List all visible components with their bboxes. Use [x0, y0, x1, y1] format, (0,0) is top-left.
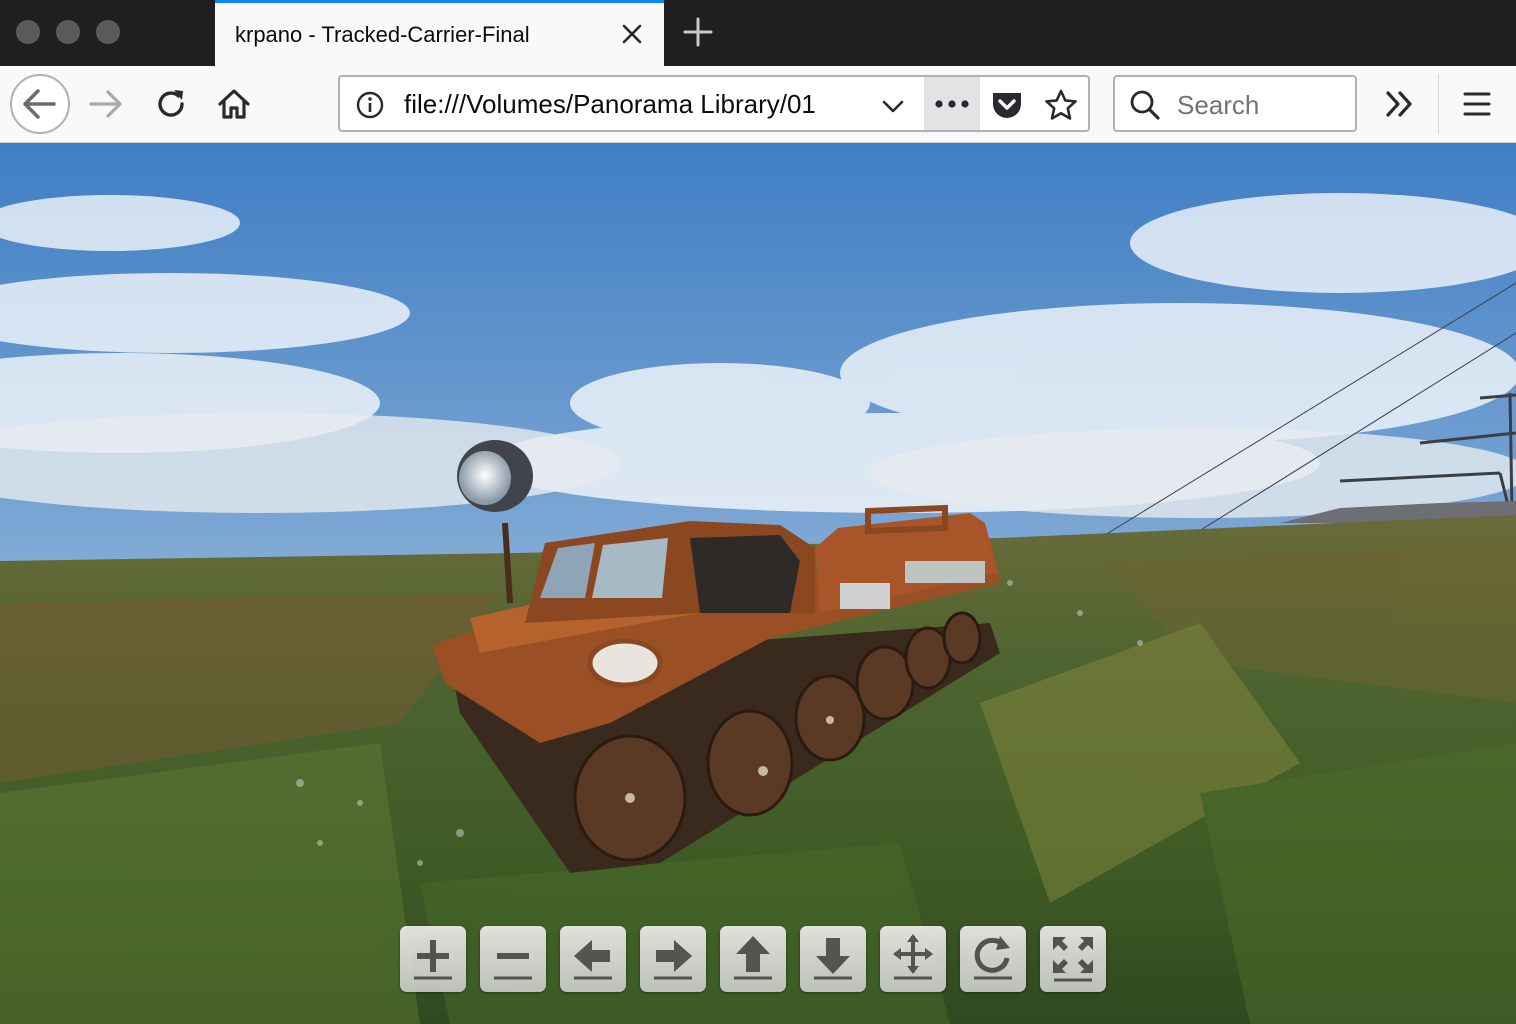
zoom-in-button[interactable]	[400, 926, 466, 992]
back-button[interactable]	[10, 74, 70, 134]
navigation-toolbar: file:///Volumes/Panorama Library/01 Sear…	[0, 66, 1516, 143]
site-info-icon[interactable]	[356, 91, 384, 119]
pan-right-button[interactable]	[640, 926, 706, 992]
tab-strip: krpano - Tracked-Carrier-Final	[0, 0, 1516, 66]
active-tab[interactable]: krpano - Tracked-Carrier-Final	[215, 0, 664, 66]
rotate-icon	[974, 936, 1012, 980]
ellipsis-icon	[935, 100, 969, 108]
arrow-right-icon	[654, 940, 692, 980]
double-chevron-icon[interactable]	[1382, 88, 1418, 120]
zoom-window-button[interactable]	[96, 20, 120, 44]
toolbar-separator	[1438, 74, 1439, 134]
panorama-viewer[interactable]	[0, 143, 1516, 1024]
arrow-up-icon	[734, 936, 772, 980]
forward-button[interactable]	[88, 86, 124, 122]
close-window-button[interactable]	[16, 20, 40, 44]
zoom-out-button[interactable]	[480, 926, 546, 992]
page-actions-button[interactable]	[924, 77, 980, 130]
url-text[interactable]: file:///Volumes/Panorama Library/01	[404, 89, 874, 120]
move-mode-button[interactable]	[880, 926, 946, 992]
fullscreen-button[interactable]	[1040, 926, 1106, 992]
hamburger-icon[interactable]	[1462, 90, 1492, 118]
home-icon[interactable]	[216, 86, 252, 122]
fullscreen-icon	[1053, 937, 1093, 982]
pan-up-button[interactable]	[720, 926, 786, 992]
tab-title: krpano - Tracked-Carrier-Final	[235, 22, 530, 47]
chevron-down-icon[interactable]	[880, 93, 906, 119]
pan-down-button[interactable]	[800, 926, 866, 992]
new-tab-icon[interactable]	[683, 17, 713, 47]
search-input[interactable]: Search	[1177, 90, 1259, 121]
star-icon[interactable]	[1044, 89, 1078, 121]
url-bar[interactable]: file:///Volumes/Panorama Library/01	[338, 75, 1090, 132]
pocket-icon[interactable]	[990, 89, 1024, 121]
arrow-left-icon	[574, 940, 612, 980]
auto-rotate-button[interactable]	[960, 926, 1026, 992]
search-bar[interactable]: Search	[1113, 75, 1357, 132]
plus-icon	[414, 940, 452, 980]
minus-icon	[494, 953, 532, 980]
arrow-down-icon	[814, 938, 852, 980]
panorama-image[interactable]	[0, 143, 1516, 1024]
minimize-window-button[interactable]	[56, 20, 80, 44]
krpano-control-bar	[400, 926, 1112, 996]
search-icon	[1130, 90, 1160, 120]
arrow-left-icon	[23, 89, 56, 119]
pan-left-button[interactable]	[560, 926, 626, 992]
close-tab-icon[interactable]	[620, 22, 644, 46]
reload-icon[interactable]	[153, 86, 189, 122]
move-icon	[893, 934, 933, 980]
